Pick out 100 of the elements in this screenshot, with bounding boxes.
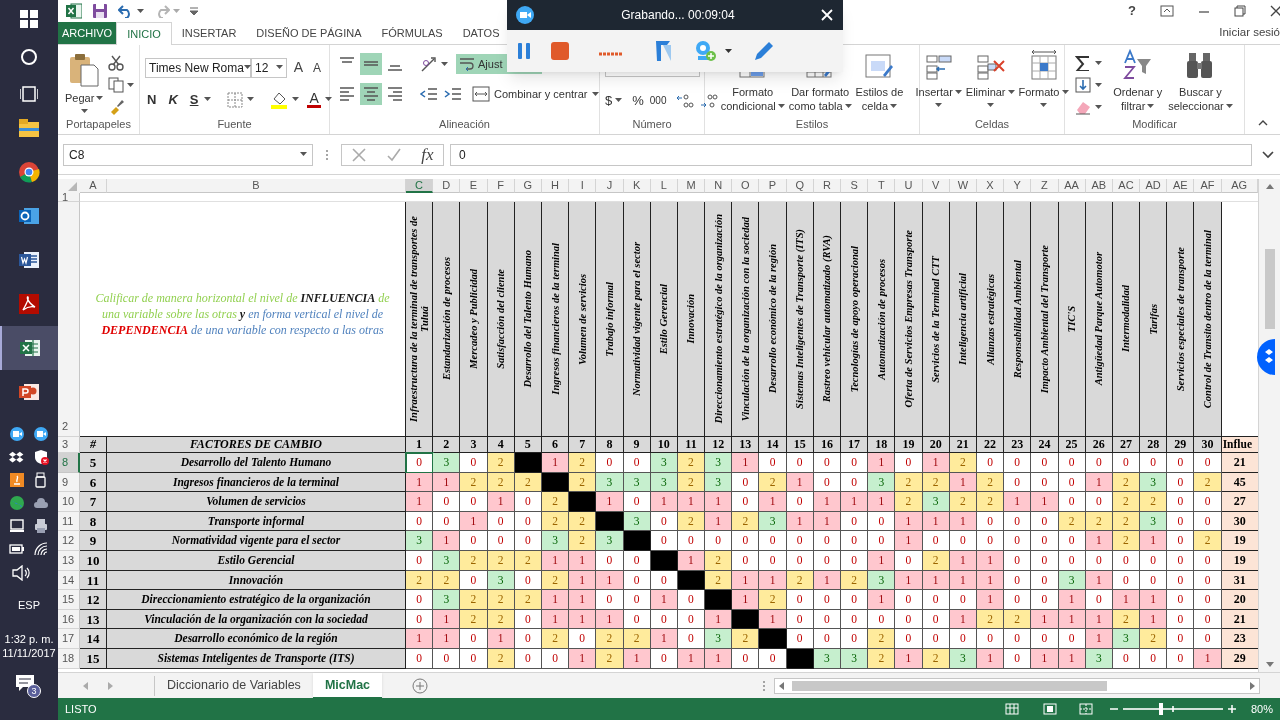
table-cell[interactable]: 2 [949,453,977,473]
help-button[interactable]: ? [1128,1,1136,21]
wifi-icon[interactable] [33,541,49,557]
table-cell[interactable]: 0 [460,629,488,649]
table-cell[interactable]: 0 [841,531,869,551]
folder-icon[interactable] [18,117,40,139]
ribbon-button[interactable]: Insertar [914,49,963,116]
camera-icon[interactable] [9,426,25,442]
table-cell[interactable]: 2 [1194,531,1222,551]
globe-icon[interactable] [9,495,25,511]
table-cell[interactable]: 1 [677,492,706,512]
table-cell[interactable]: 2 [623,629,651,649]
table-cell[interactable]: 0 [1031,590,1059,610]
caret-icon[interactable] [986,103,994,108]
language-indicator[interactable]: ESP [18,597,40,614]
column-header[interactable]: D [433,179,461,193]
column-header[interactable]: Z [1031,179,1059,193]
table-cell[interactable]: 0 [976,629,1005,649]
drag-handle-icon[interactable] [325,148,329,161]
fill-color-icon[interactable] [270,90,289,109]
table-cell[interactable]: 0 [514,492,542,512]
row-header[interactable]: 17 [58,629,80,649]
table-cell[interactable]: 0 [1085,492,1113,512]
table-cell[interactable]: 3 [433,453,461,473]
table-cell[interactable]: 1 [1112,590,1141,610]
table-cell[interactable]: 3 [1112,629,1141,649]
table-cell[interactable]: 1 [922,453,950,473]
column-header[interactable]: M [677,179,706,193]
table-cell[interactable]: 2 [541,492,570,512]
sheet-tab[interactable]: Diccionario de Variables [155,672,313,699]
indent-decrease-icon[interactable] [420,86,438,102]
table-cell[interactable]: 0 [1004,453,1032,473]
table-cell[interactable]: 0 [596,453,624,473]
font-color-button[interactable]: A [307,91,321,109]
table-cell[interactable]: 2 [1140,492,1168,512]
zoom-slider-thumb[interactable] [1159,703,1164,715]
table-cell[interactable]: 1 [596,492,624,512]
table-cell[interactable]: 3 [705,629,733,649]
table-cell[interactable]: 1 [868,590,896,610]
row-header[interactable]: 3 [58,437,80,453]
table-cell[interactable]: 3 [650,453,678,473]
table-cell[interactable]: 1 [1031,492,1059,512]
table-cell[interactable]: 0 [786,629,814,649]
column-header[interactable]: G [514,179,542,193]
shield-icon[interactable] [33,449,49,465]
column-header[interactable]: B [107,179,406,193]
pdf-app-icon[interactable] [18,293,40,315]
sum-icon[interactable] [1075,55,1092,71]
ribbon-tab[interactable]: FÓRMULAS [371,22,453,44]
formula-input[interactable]: 0 [450,143,1252,166]
caret-icon[interactable] [725,48,732,54]
clock-time[interactable]: 1:32 p. m. [4,631,54,646]
table-cell[interactable]: 0 [406,590,434,610]
column-header[interactable]: H [541,179,570,193]
scissors-icon[interactable] [108,55,125,71]
caret-icon[interactable] [1061,89,1069,95]
table-cell[interactable]: 0 [895,590,923,610]
table-cell[interactable]: 0 [841,453,869,473]
caret-icon[interactable] [324,97,332,103]
caret-icon[interactable] [954,89,962,95]
row-header[interactable]: 15 [58,590,80,610]
table-cell[interactable]: 1 [650,629,678,649]
scrollbar-thumb[interactable] [1264,249,1275,329]
notification-icon[interactable] [15,673,35,692]
clock-date[interactable]: 11/11/2017 [2,645,56,660]
table-cell[interactable]: 3 [406,531,434,551]
table-cell[interactable]: 0 [813,590,841,610]
table-cell[interactable]: 1 [487,629,515,649]
column-header[interactable]: I [569,179,597,193]
table-cell[interactable]: 0 [813,453,841,473]
task-view-icon[interactable] [20,86,38,102]
table-cell[interactable]: 0 [1004,531,1032,551]
orientation-icon[interactable] [420,55,438,73]
table-cell[interactable]: 1 [569,590,597,610]
table-cell[interactable]: 1 [868,453,896,473]
table-cell[interactable]: 0 [460,531,488,551]
column-header[interactable]: R [813,179,841,193]
table-cell[interactable]: 1 [1085,629,1113,649]
word-processor-icon[interactable] [18,249,40,271]
caret-icon[interactable] [777,103,785,109]
table-cell[interactable]: 0 [406,453,434,473]
decimal-increase-icon[interactable] [676,92,695,109]
column-header[interactable]: S [841,179,869,193]
table-cell[interactable]: 1 [1140,590,1168,610]
column-header[interactable]: U [895,179,923,193]
table-cell[interactable]: 1 [406,629,434,649]
mail-app-icon[interactable] [18,205,40,227]
table-cell[interactable]: 0 [813,531,841,551]
column-header[interactable]: Y [1004,179,1032,193]
table-cell[interactable]: 2 [759,590,787,610]
ribbon-button[interactable]: Estilos de celda [854,49,905,116]
table-cell[interactable]: 0 [1167,453,1195,473]
row-header[interactable]: 16 [58,609,80,630]
table-cell[interactable]: 3 [922,492,950,512]
ribbon-button[interactable]: Eliminar [964,49,1016,116]
align-center-icon[interactable] [360,83,382,105]
search-icon[interactable] [20,48,38,66]
ribbon-tab[interactable]: INSERTAR [171,22,247,44]
table-cell[interactable]: 3 [433,590,461,610]
column-header[interactable]: J [596,179,624,193]
